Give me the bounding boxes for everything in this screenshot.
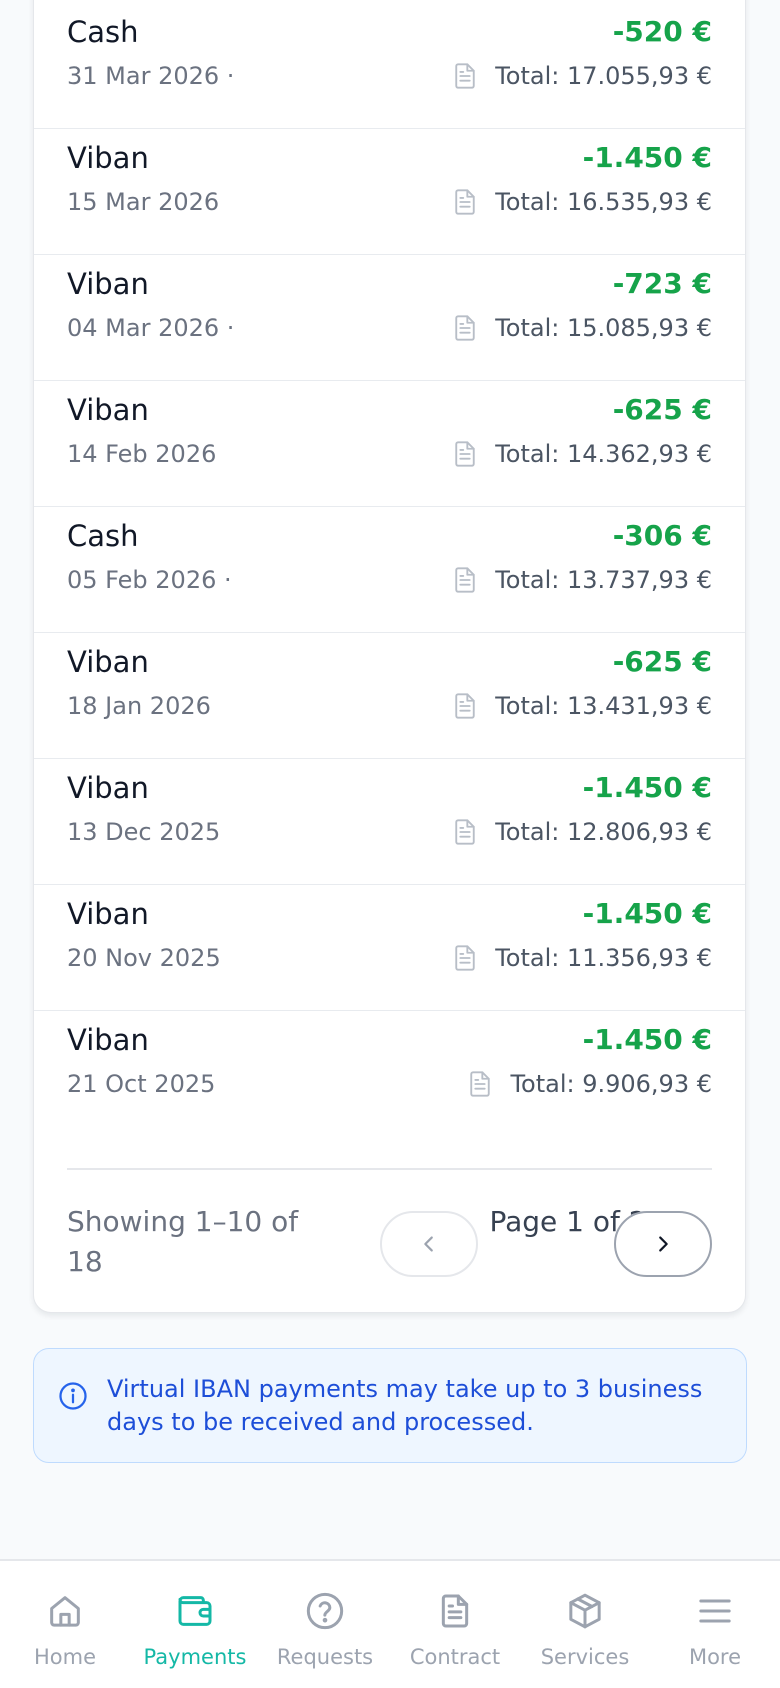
menu-icon xyxy=(699,1599,731,1623)
document-icon xyxy=(470,1071,491,1097)
running-total: Total: 12.806,93 € xyxy=(453,818,712,846)
payment-row[interactable]: Viban 14 Feb 2026 -625 € Total: 14.362,93 € xyxy=(34,381,745,507)
payment-date: 05 Feb 2026 · xyxy=(67,566,232,594)
payment-row[interactable]: Viban 13 Dec 2025 -1.450 € Total: 12.806,93… xyxy=(34,759,745,885)
running-total: Total: 14.362,93 € xyxy=(453,440,712,468)
document-icon xyxy=(455,63,475,89)
payment-amount: -625 € xyxy=(612,645,712,678)
total-value: Total: 14.362,93 € xyxy=(495,440,712,468)
running-total: Total: 15.085,93 € xyxy=(453,314,712,342)
home-icon xyxy=(50,1596,80,1627)
showing-count: Showing 1–10 of 18 xyxy=(67,1205,299,1278)
running-total: Total: 11.356,93 € xyxy=(453,944,712,972)
payment-row[interactable]: Viban 18 Jan 2026 -625 € Total: 13.431,93 € xyxy=(34,633,745,759)
document-icon xyxy=(455,315,475,341)
bottom-navigation: Home Payments Requests Contract Services… xyxy=(0,1559,780,1688)
payment-date: 15 Mar 2026 xyxy=(67,188,220,216)
total-value: Total: 15.085,93 € xyxy=(495,314,712,342)
pagination: Showing 1–10 of 18 Page 1 of 2 xyxy=(67,1168,712,1300)
nav-label: Home xyxy=(33,1645,96,1669)
chevron-right-icon xyxy=(659,1236,668,1252)
box-icon xyxy=(569,1593,601,1629)
payment-amount: -520 € xyxy=(612,15,712,48)
payment-method: Viban xyxy=(67,1023,149,1057)
payment-method: Viban xyxy=(67,771,149,805)
running-total: Total: 13.737,93 € xyxy=(453,566,712,594)
document-icon xyxy=(455,819,475,845)
payment-amount: -306 € xyxy=(612,519,712,552)
nav-more[interactable]: More xyxy=(655,1561,775,1688)
total-value: Total: 12.806,93 € xyxy=(495,818,712,846)
total-value: Total: 9.906,93 € xyxy=(510,1070,712,1098)
payment-date: 31 Mar 2026 · xyxy=(67,62,235,90)
payment-method: Viban xyxy=(67,267,149,301)
total-value: Total: 13.737,93 € xyxy=(495,566,712,594)
nav-requests[interactable]: Requests xyxy=(265,1561,385,1688)
payment-method: Cash xyxy=(67,15,139,49)
payment-row[interactable]: Viban 20 Nov 2025 -1.450 € Total: 11.356,93… xyxy=(34,885,745,1011)
payment-method: Viban xyxy=(67,393,149,427)
payment-method: Viban xyxy=(67,897,149,931)
total-value: Total: 16.535,93 € xyxy=(495,188,712,216)
question-icon xyxy=(306,1592,344,1630)
running-total: Total: 17.055,93 € xyxy=(453,62,712,90)
next-page-button[interactable] xyxy=(614,1211,712,1277)
total-value: Total: 11.356,93 € xyxy=(495,944,712,972)
nav-payments[interactable]: Payments xyxy=(135,1561,255,1688)
payment-date: 21 Oct 2025 xyxy=(67,1070,216,1098)
nav-label: Services xyxy=(540,1645,630,1669)
notice-text: Virtual IBAN payments may take up to 3 b… xyxy=(107,1375,703,1436)
payment-amount: -1.450 € xyxy=(582,1023,712,1056)
running-total: Total: 9.906,93 € xyxy=(468,1070,712,1098)
payment-date: 13 Dec 2025 xyxy=(67,818,221,846)
nav-label: More xyxy=(688,1645,742,1669)
payment-amount: -1.450 € xyxy=(582,141,712,174)
payment-date: 04 Mar 2026 · xyxy=(67,314,235,342)
wallet-icon xyxy=(178,1596,212,1626)
nav-label: Contract xyxy=(409,1645,501,1669)
info-icon xyxy=(59,1382,87,1410)
payment-row[interactable]: Cash 05 Feb 2026 · -306 € Total: 13.737,93 … xyxy=(34,507,745,633)
payment-date: 18 Jan 2026 xyxy=(67,692,211,720)
running-total: Total: 16.535,93 € xyxy=(453,188,712,216)
payment-amount: -625 € xyxy=(612,393,712,426)
document-icon xyxy=(455,693,475,719)
payment-date: 20 Nov 2025 xyxy=(67,944,221,972)
payments-card: Cash 31 Mar 2026 · -520 € Total: 17.055,93 … xyxy=(33,0,746,1313)
nav-label: Requests xyxy=(276,1645,374,1669)
payment-method: Viban xyxy=(67,141,149,175)
total-value: Total: 13.431,93 € xyxy=(495,692,712,720)
document-icon xyxy=(455,441,475,467)
nav-contract[interactable]: Contract xyxy=(395,1561,515,1688)
document-icon xyxy=(455,567,475,593)
previous-page-button[interactable] xyxy=(380,1211,478,1277)
chevron-left-icon xyxy=(424,1236,433,1252)
payment-amount: -1.450 € xyxy=(582,897,712,930)
document-icon xyxy=(455,189,475,215)
nav-label: Payments xyxy=(143,1645,247,1669)
info-notice: Virtual IBAN payments may take up to 3 b… xyxy=(33,1348,747,1463)
payment-row[interactable]: Cash 31 Mar 2026 · -520 € Total: 17.055,93 … xyxy=(34,3,745,129)
payment-date: 14 Feb 2026 xyxy=(67,440,217,468)
total-value: Total: 17.055,93 € xyxy=(495,62,712,90)
payment-row[interactable]: Viban 21 Oct 2025 -1.450 € Total: 9.906,93 … xyxy=(34,1011,745,1137)
payment-row[interactable]: Viban 15 Mar 2026 -1.450 € Total: 16.535,93… xyxy=(34,129,745,255)
payment-row[interactable]: Viban 04 Mar 2026 · -723 € Total: 15.085,93… xyxy=(34,255,745,381)
nav-home[interactable]: Home xyxy=(5,1561,125,1688)
payment-amount: -723 € xyxy=(612,267,712,300)
payment-method: Viban xyxy=(67,645,149,679)
document-icon xyxy=(441,1594,469,1628)
running-total: Total: 13.431,93 € xyxy=(453,692,712,720)
payment-amount: -1.450 € xyxy=(582,771,712,804)
nav-services[interactable]: Services xyxy=(525,1561,645,1688)
payment-method: Cash xyxy=(67,519,139,553)
document-icon xyxy=(455,945,475,971)
payment-list: Cash 31 Mar 2026 · -520 € Total: 17.055,93 … xyxy=(34,3,745,1137)
